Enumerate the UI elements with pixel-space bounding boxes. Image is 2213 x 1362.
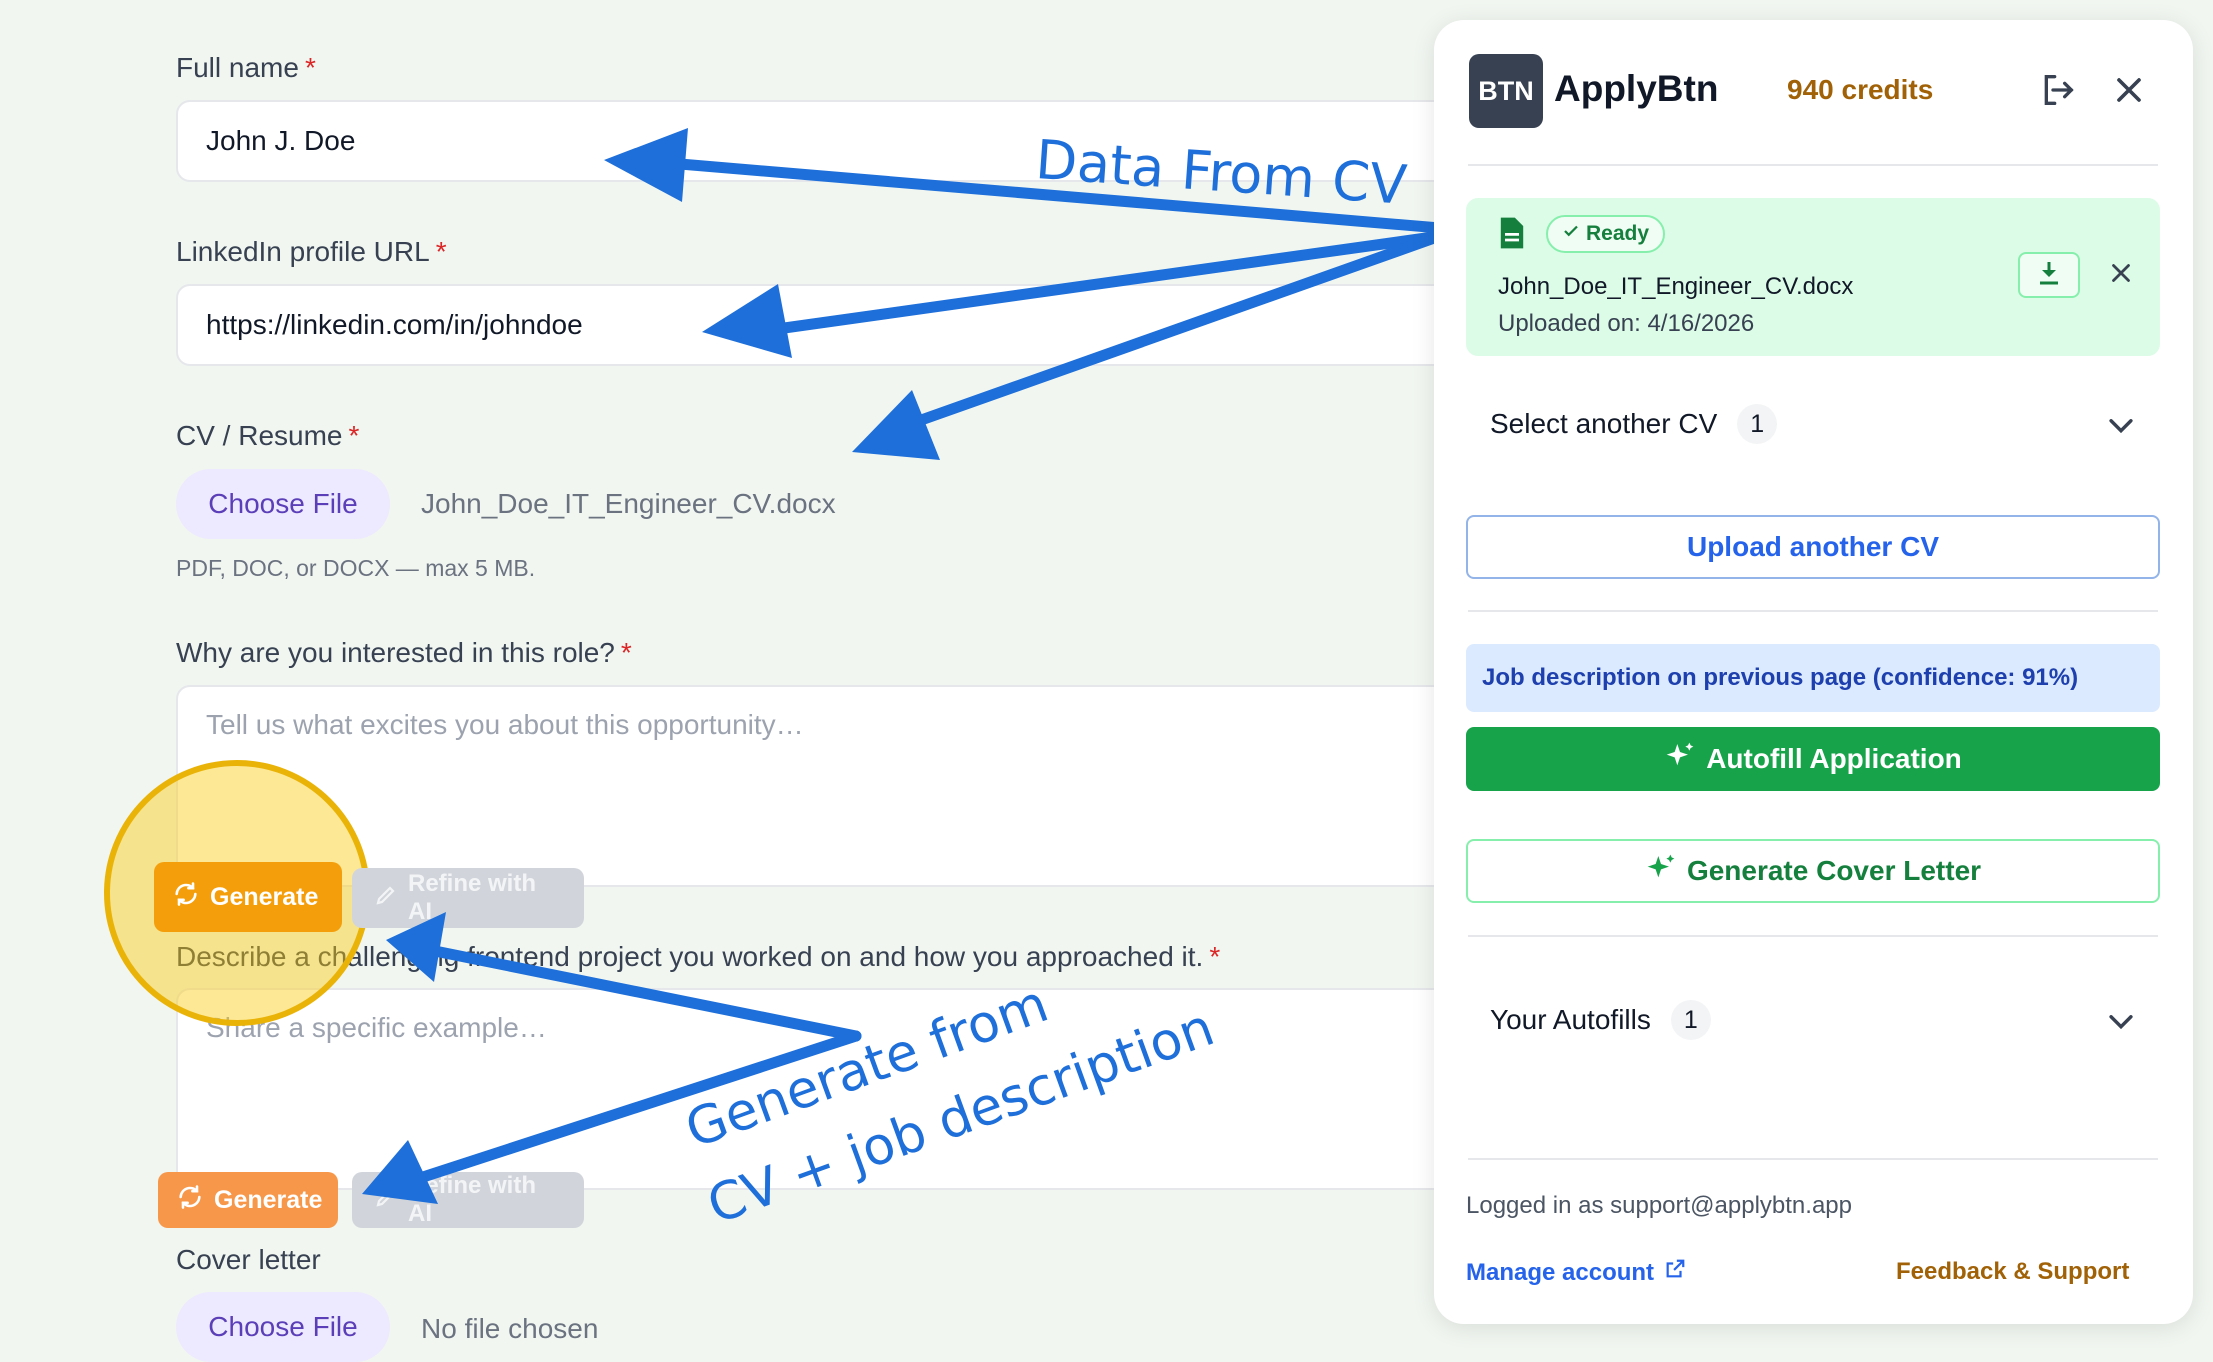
divider	[1468, 935, 2158, 937]
app-name: ApplyBtn	[1554, 68, 1719, 109]
divider	[1468, 610, 2158, 612]
application-form: Full name * John J. Doe LinkedIn profile …	[0, 0, 1576, 1362]
your-autofills-dropdown[interactable]: Your Autofills 1	[1490, 1000, 1711, 1040]
autofill-button[interactable]: Autofill Application	[1466, 727, 2160, 791]
cv-card: Ready John_Doe_IT_Engineer_CV.docx Uploa…	[1466, 198, 2160, 356]
job-description-note: Job description on previous page (confid…	[1466, 644, 2160, 712]
divider	[1468, 164, 2158, 166]
feedback-support-link[interactable]: Feedback & Support	[1896, 1258, 2129, 1286]
status-badge: Ready	[1546, 215, 1666, 253]
arrow-to-linkedin	[764, 230, 1446, 336]
download-cv-button[interactable]	[2018, 252, 2080, 298]
sparkle-icon	[1645, 852, 1677, 891]
upload-cv-button[interactable]: Upload another CV	[1466, 515, 2160, 579]
divider	[1468, 1158, 2158, 1160]
external-link-icon	[1664, 1258, 1686, 1287]
select-cv-dropdown[interactable]: Select another CV 1	[1490, 404, 1778, 444]
check-icon	[1562, 222, 1580, 246]
sparkle-icon	[1664, 740, 1696, 779]
applybtn-panel: BTN ApplyBtn 940 credits Ready John_Doe_…	[1434, 20, 2193, 1324]
remove-cv-button[interactable]	[2106, 258, 2136, 293]
chevron-down-icon[interactable]	[2104, 1004, 2138, 1043]
chevron-down-icon[interactable]	[2104, 408, 2138, 447]
cv-count-badge: 1	[1737, 404, 1778, 444]
download-icon	[2037, 260, 2061, 291]
manage-account-link[interactable]: Manage account	[1466, 1258, 1686, 1287]
close-icon	[2106, 264, 2136, 292]
generate-cover-letter-button[interactable]: Generate Cover Letter	[1466, 839, 2160, 903]
app-logo: BTN	[1469, 54, 1543, 128]
cv-file-name: John_Doe_IT_Engineer_CV.docx	[1498, 273, 1854, 300]
close-icon[interactable]	[2109, 70, 2149, 110]
credits-badge: 940 credits	[1787, 74, 1934, 105]
autofills-count-badge: 1	[1670, 1000, 1711, 1040]
cv-upload-date: Uploaded on: 4/16/2026	[1498, 310, 1755, 337]
logged-in-text: Logged in as support@applybtn.app	[1466, 1192, 1852, 1219]
logout-icon[interactable]	[2038, 70, 2078, 110]
arrow-to-generate-1	[424, 944, 862, 1042]
document-icon	[1498, 216, 1526, 255]
arrow-to-cv	[904, 230, 1446, 430]
